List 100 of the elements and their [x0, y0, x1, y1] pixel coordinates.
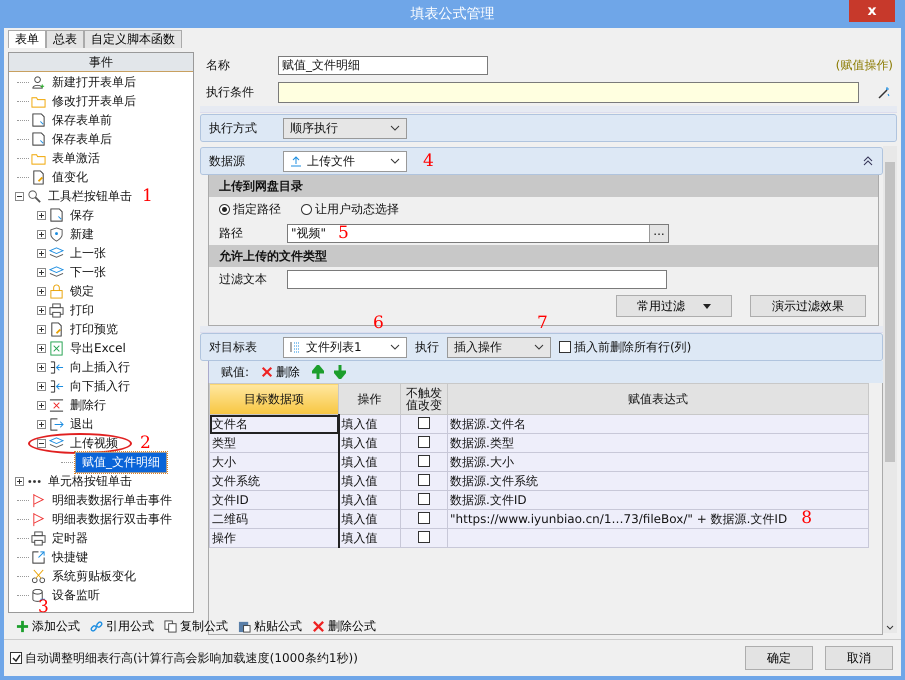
- column-header: 事件: [9, 53, 193, 72]
- condition-field[interactable]: [278, 82, 859, 103]
- tree-item[interactable]: 修改打开表单后: [50, 93, 138, 110]
- mode-dropdown[interactable]: 顺序执行: [283, 118, 407, 138]
- preview-button[interactable]: 演示过滤效果: [750, 295, 866, 317]
- copy-icon: [164, 620, 177, 632]
- toolbar-button[interactable]: 添加公式: [14, 618, 82, 634]
- expand-icon[interactable]: [37, 401, 46, 410]
- tree-item[interactable]: 新建打开表单后: [50, 74, 138, 91]
- field-label: 名称: [206, 57, 231, 74]
- tree-item[interactable]: 明细表数据行双击事件: [50, 511, 174, 528]
- tree-item[interactable]: 向上插入行: [68, 359, 132, 376]
- collapse-icon[interactable]: [37, 439, 46, 448]
- move-up-icon[interactable]: [312, 365, 324, 379]
- tree-item[interactable]: 锁定: [68, 283, 96, 300]
- expand-icon[interactable]: [37, 325, 46, 334]
- tree-item[interactable]: 系统剪贴板变化: [50, 568, 138, 585]
- scrollbar[interactable]: [883, 146, 897, 633]
- print-icon: [31, 531, 46, 546]
- tree-item[interactable]: 下一张: [68, 264, 108, 281]
- delete-button[interactable]: 删除公式: [310, 618, 378, 634]
- dialog-button[interactable]: 确定: [745, 646, 813, 670]
- expand-icon[interactable]: [15, 477, 24, 486]
- splitter-handle[interactable]: [200, 106, 897, 113]
- tree-item[interactable]: 表单激活: [50, 150, 102, 167]
- radio-option[interactable]: 指定路径: [219, 200, 281, 218]
- tree-item[interactable]: 保存表单后: [50, 131, 114, 148]
- collapse-icon[interactable]: [862, 155, 874, 167]
- tree-item[interactable]: 打印预览: [68, 321, 120, 338]
- datasource-dropdown[interactable]: 上传文件: [283, 150, 407, 172]
- tree-item[interactable]: 打印: [68, 302, 96, 319]
- tree-item[interactable]: 快捷键: [50, 549, 90, 566]
- tree-item[interactable]: 退出: [68, 416, 96, 433]
- toolbar-button[interactable]: 引用公式: [88, 618, 156, 634]
- column-header[interactable]: 目标数据项: [210, 384, 338, 414]
- tab[interactable]: 自定义脚本函数: [84, 30, 182, 48]
- shield-icon: [49, 227, 64, 242]
- expand-icon[interactable]: [37, 382, 46, 391]
- tree-item[interactable]: 删除行: [68, 397, 108, 414]
- section-header: 允许上传的文件类型: [209, 245, 878, 267]
- table-cell: 填入值: [338, 434, 400, 452]
- annotation-number: 1: [142, 188, 153, 205]
- table-cell: 操作: [210, 528, 338, 548]
- section-header: 上传到网盘目录: [209, 175, 878, 197]
- collapse-icon[interactable]: [15, 192, 24, 201]
- checkbox[interactable]: [418, 474, 430, 486]
- tree-item[interactable]: 向下插入行: [68, 378, 132, 395]
- tree-item[interactable]: 值变化: [50, 169, 90, 186]
- expand-icon[interactable]: [37, 230, 46, 239]
- tab[interactable]: 总表: [46, 30, 84, 48]
- tree-item[interactable]: 导出Excel: [68, 340, 128, 357]
- tree-item[interactable]: 定时器: [50, 530, 90, 547]
- scroll-down-icon[interactable]: [886, 625, 894, 630]
- checkbox[interactable]: [418, 530, 430, 542]
- expand-icon[interactable]: [37, 249, 46, 258]
- filter-dropdown-button[interactable]: 常用过滤: [616, 295, 732, 317]
- path-field[interactable]: "视频" 5 ...: [287, 224, 669, 242]
- tree-item[interactable]: 保存表单前: [50, 112, 114, 129]
- radio-option[interactable]: 让用户动态选择: [301, 200, 399, 218]
- checkbox[interactable]: [418, 436, 430, 448]
- filter-field[interactable]: [287, 270, 667, 288]
- move-down-icon[interactable]: [334, 365, 346, 379]
- annotation-number: 8: [801, 508, 812, 528]
- checkbox[interactable]: 插入前删除所有行(列): [559, 338, 692, 356]
- tree-item[interactable]: 设备监听: [50, 587, 102, 604]
- column-header[interactable]: 操作: [338, 384, 400, 414]
- expand-icon[interactable]: [37, 211, 46, 220]
- checkbox[interactable]: 自动调整明细表行高(计算行高会影响加载速度(1000条约1秒)): [10, 650, 358, 666]
- delete-icon: [49, 398, 64, 413]
- expand-icon[interactable]: [37, 420, 46, 429]
- dialog-button[interactable]: 取消: [825, 646, 893, 670]
- delete-button[interactable]: 删除: [259, 364, 302, 380]
- field-label: 过滤文本: [219, 270, 268, 288]
- save-icon: [31, 113, 46, 128]
- column-header[interactable]: 不触发值改变: [400, 384, 448, 414]
- name-field[interactable]: 赋值_文件明细: [278, 56, 488, 75]
- tree-item[interactable]: 明细表数据行单击事件: [50, 492, 174, 509]
- expand-icon[interactable]: [37, 363, 46, 372]
- operation-dropdown[interactable]: 插入操作: [447, 336, 551, 358]
- expand-icon[interactable]: [37, 306, 46, 315]
- tree-item[interactable]: 工具栏按钮单击: [46, 188, 134, 205]
- close-button[interactable]: x: [849, 0, 895, 22]
- tree-item[interactable]: 上一张: [68, 245, 108, 262]
- tab[interactable]: 表单: [8, 30, 46, 48]
- tree-item[interactable]: 单元格按钮单击: [46, 473, 134, 490]
- checkbox[interactable]: [418, 416, 430, 428]
- tree-item[interactable]: 保存: [68, 207, 96, 224]
- checkbox[interactable]: [418, 454, 430, 466]
- expand-icon[interactable]: [37, 287, 46, 296]
- tree-item[interactable]: 新建: [68, 226, 96, 243]
- wand-icon[interactable]: [877, 86, 891, 100]
- expand-icon[interactable]: [37, 268, 46, 277]
- annotation-number: 3: [38, 599, 49, 616]
- target-table-dropdown[interactable]: 文件列表1: [283, 336, 407, 358]
- checkbox[interactable]: [418, 492, 430, 504]
- expand-icon[interactable]: [37, 344, 46, 353]
- checkbox[interactable]: [418, 512, 430, 524]
- column-header[interactable]: 赋值表达式: [448, 384, 868, 414]
- lock-icon: [49, 284, 64, 299]
- tree-item[interactable]: 赋值_文件明细: [75, 452, 167, 473]
